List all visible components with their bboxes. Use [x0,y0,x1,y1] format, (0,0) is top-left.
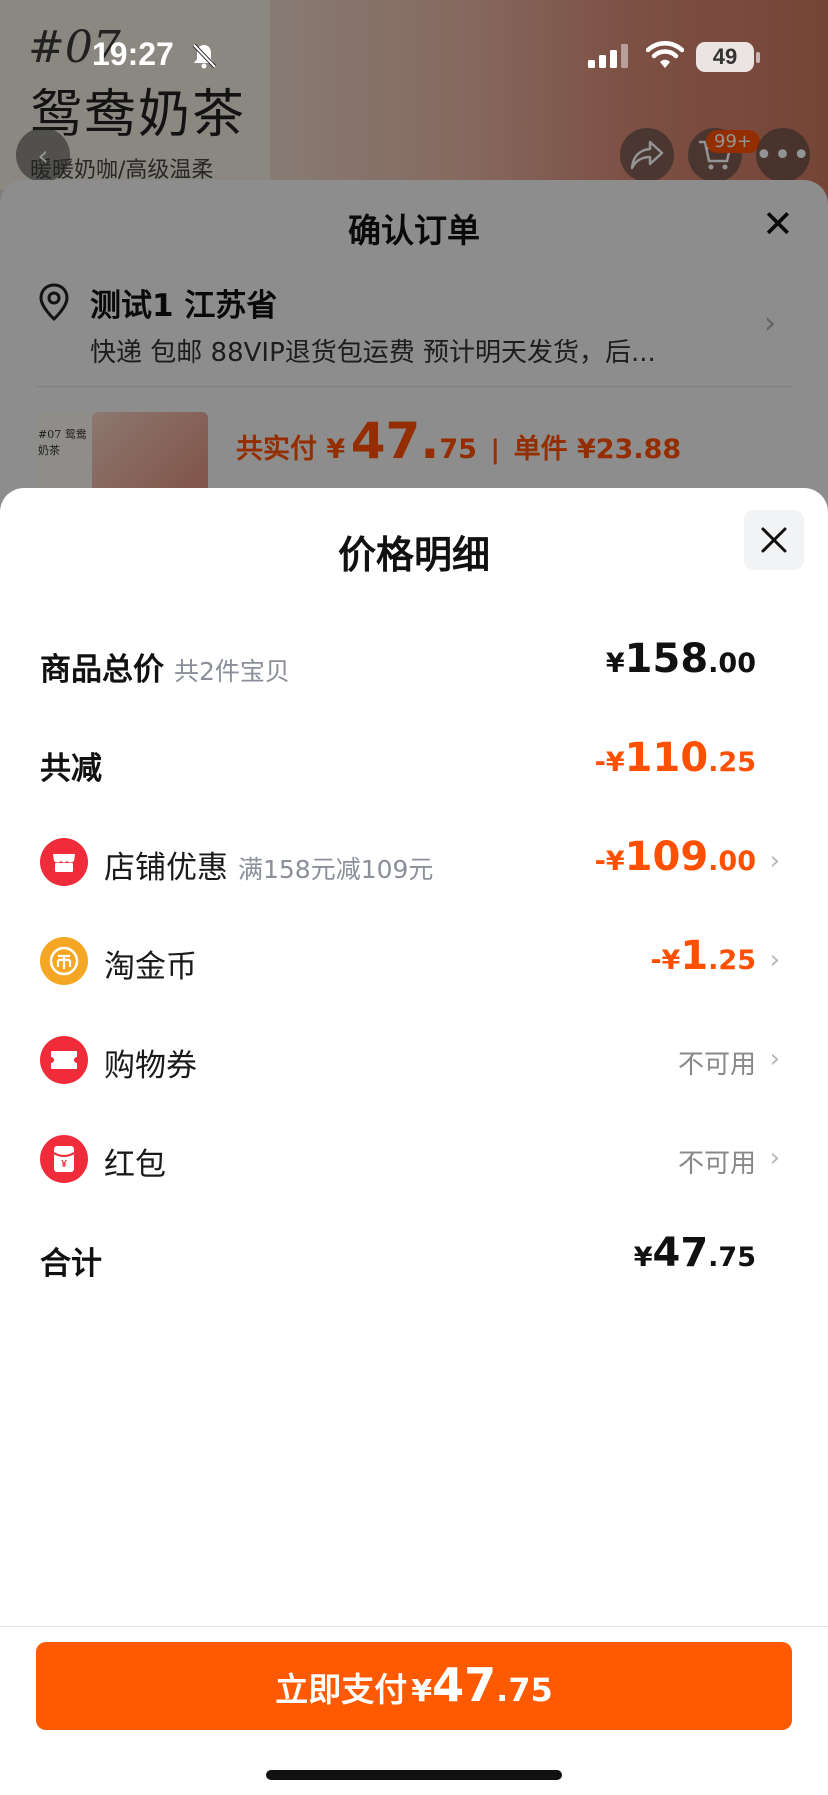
amount-dec: .25 [708,945,756,976]
chevron-right-icon: › [769,1143,780,1173]
row-grand-total: 合计 ¥47.75 [40,1230,792,1290]
bell-muted-icon [192,43,217,69]
shop-discount-value: -¥ 109.00 [595,834,756,880]
amount-int: 158 [624,636,709,682]
grand-total-value: ¥47.75 [634,1230,756,1276]
price-detail-title: 价格明细 [337,533,490,577]
taojinbi-value: -¥ 1.25 [650,933,756,979]
amount-dec: .25 [708,747,756,778]
battery-icon: 49 [696,42,754,72]
row-total-discount: 共减 -¥ 110.25 [40,735,792,795]
chevron-right-icon: › [769,945,780,975]
total-discount-value: -¥ 110.25 [595,735,756,781]
currency-symbol: ¥ [633,1242,653,1273]
shop-discount-label: 店铺优惠 [104,850,228,886]
svg-text:¥: ¥ [61,1159,67,1170]
currency-symbol: -¥ [594,846,625,877]
red-packet-label: 红包 [104,1147,166,1183]
currency-symbol: ¥ [411,1674,433,1709]
row-shopping-coupon[interactable]: 购物券 不可用 › [40,1032,792,1092]
chevron-right-icon: › [769,846,780,876]
battery-tip [756,52,760,63]
cellular-signal-icon [588,44,628,68]
amount-dec: .75 [708,1242,756,1273]
taojinbi-label: 淘金币 [104,949,197,985]
price-detail-sheet: 价格明细 商品总价 共2件宝贝 ¥158.00 共减 -¥ 110.25 店铺优惠满… [0,488,828,1795]
red-packet-status: 不可用 [677,1149,756,1179]
status-bar: 19:27 49 [0,0,828,110]
amount-dec: .00 [708,846,756,877]
shopping-coupon-status: 不可用 [677,1050,756,1080]
row-red-packet[interactable]: ¥ 红包 不可用 › [40,1131,792,1191]
total-discount-label: 共减 [40,751,102,787]
wifi-icon [646,41,684,68]
goods-total-label: 商品总价 [40,652,164,688]
close-icon [761,527,787,553]
pay-now-button[interactable]: 立即支付 ¥47.75 [36,1642,792,1730]
row-goods-total: 商品总价 共2件宝贝 ¥158.00 [40,636,792,696]
goods-total-value: ¥158.00 [606,636,756,682]
amount-int: 109 [624,834,709,880]
red-packet-icon: ¥ [40,1135,88,1183]
grand-total-label: 合计 [40,1246,102,1282]
shop-icon [40,838,88,886]
close-button[interactable] [744,510,804,570]
status-time: 19:27 [92,36,174,72]
amount-dec: .75 [496,1671,553,1709]
home-indicator[interactable] [266,1770,562,1780]
amount-int: 110 [624,735,709,781]
goods-count: 共2件宝贝 [174,657,290,686]
amount-int: 47 [432,1658,497,1712]
shopping-coupon-label: 购物券 [104,1048,197,1084]
amount-int: 47 [652,1230,709,1276]
row-taojinbi[interactable]: 淘金币 -¥ 1.25 › [40,933,792,993]
amount-dec: .00 [708,648,756,679]
bottom-divider [0,1626,828,1627]
currency-symbol: -¥ [650,945,681,976]
amount-int: 1 [680,933,709,979]
shop-discount-rule: 满158元减109元 [238,855,434,884]
coupon-icon [40,1036,88,1084]
row-shop-discount[interactable]: 店铺优惠 满158元减109元 -¥ 109.00 › [40,834,792,894]
battery-level: 49 [712,44,738,69]
pay-now-label: 立即支付 [275,1670,408,1709]
currency-symbol: -¥ [594,747,625,778]
currency-symbol: ¥ [605,648,625,679]
chevron-right-icon: › [769,1044,780,1074]
coin-icon [40,937,88,985]
